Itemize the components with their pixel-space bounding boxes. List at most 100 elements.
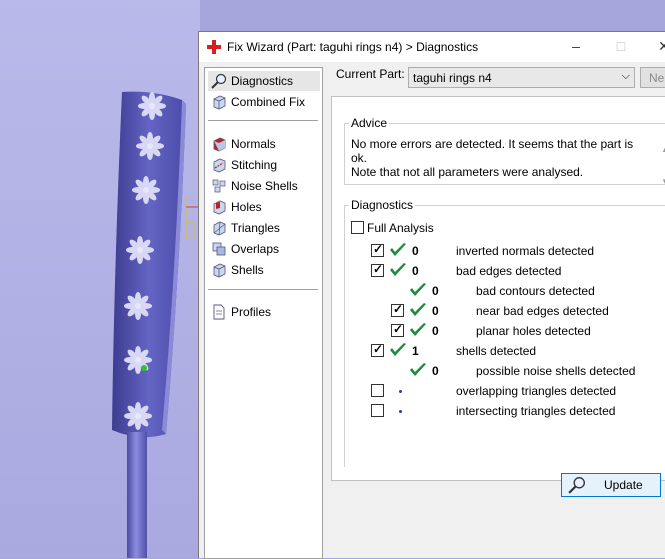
flower-cutouts	[124, 92, 166, 430]
green-check-icon	[410, 323, 426, 336]
green-check-icon	[390, 243, 406, 256]
triangles-icon	[213, 221, 226, 236]
row-count: 0	[432, 364, 439, 378]
row-checkbox[interactable]	[391, 302, 404, 317]
holes-icon	[213, 200, 226, 215]
nav-item-label: Normals	[231, 137, 276, 151]
nav-item-profiles[interactable]: Profiles	[208, 302, 320, 322]
nav-item-diagnostics[interactable]: Diagnostics	[208, 71, 320, 91]
nav-item-normals[interactable]: Normals	[208, 134, 320, 154]
wizard-nav: Diagnostics Combined Fix Normals Stitchi…	[204, 67, 323, 559]
selection-marker	[141, 365, 147, 371]
row-checkbox[interactable]	[371, 262, 384, 277]
current-part-label: Current Part:	[336, 67, 405, 81]
nav-item-holes[interactable]: Holes	[208, 197, 320, 217]
advice-title: Advice	[349, 116, 390, 130]
3d-viewport[interactable]	[0, 0, 200, 558]
advice-group: Advice No more errors are detected. It s…	[344, 116, 665, 186]
flower-cutout	[136, 132, 164, 160]
advice-line: No more errors are detected. It seems th…	[351, 137, 634, 165]
nav-item-label: Noise Shells	[231, 179, 298, 193]
document-icon	[213, 304, 225, 320]
green-check-icon	[390, 343, 406, 356]
nav-item-label: Stitching	[231, 158, 278, 172]
diagnostics-title: Diagnostics	[349, 198, 416, 212]
row-checkbox[interactable]	[391, 322, 404, 337]
flower-cutout	[132, 176, 160, 204]
row-count: 0	[432, 284, 439, 298]
advice-scrollbar[interactable]: ▲▼	[661, 134, 665, 198]
nav-item-overlaps[interactable]: Overlaps	[208, 239, 320, 259]
shells-icon	[213, 263, 226, 278]
row-label: overlapping triangles detected	[456, 384, 617, 398]
pending-dot-icon	[399, 390, 402, 393]
nav-item-label: Combined Fix	[231, 95, 306, 109]
row-label: planar holes detected	[476, 324, 591, 338]
title-bar[interactable]: Fix Wizard (Part: taguhi rings n4) > Dia…	[199, 32, 665, 62]
noise-shells-icon	[212, 179, 226, 193]
diagnostics-panel: Advice No more errors are detected. It s…	[331, 96, 665, 497]
stitching-icon	[213, 158, 226, 173]
nav-item-shells[interactable]: Shells	[208, 260, 320, 280]
nav-item-label: Profiles	[231, 305, 272, 319]
next-button[interactable]: Ne	[640, 67, 665, 88]
flower-cutout	[124, 292, 152, 320]
green-check-icon	[390, 263, 406, 276]
update-label: Update	[604, 478, 643, 492]
maximize-button[interactable]: □	[611, 38, 631, 54]
fix-wizard-dialog: Fix Wizard (Part: taguhi rings n4) > Dia…	[198, 31, 665, 559]
cube-icon	[213, 95, 226, 110]
row-label: possible noise shells detected	[476, 364, 636, 378]
row-label: bad edges detected	[456, 264, 562, 278]
close-button[interactable]: ✕	[654, 38, 665, 55]
row-count: 0	[412, 244, 419, 258]
full-analysis-checkbox[interactable]	[351, 221, 364, 234]
row-checkbox[interactable]	[371, 404, 384, 417]
red-cross-icon	[207, 40, 221, 54]
green-check-icon	[410, 363, 426, 376]
row-count: 0	[412, 264, 419, 278]
row-count: 0	[432, 304, 439, 318]
advice-line: Note that not all parameters were analys…	[351, 165, 584, 179]
advice-text: No more errors are detected. It seems th…	[351, 137, 641, 179]
chevron-down-icon: ⌵	[621, 70, 630, 82]
row-label: inverted normals detected	[456, 244, 595, 258]
row-count: 1	[412, 344, 419, 358]
row-checkbox[interactable]	[371, 384, 384, 397]
row-label: shells detected	[456, 344, 537, 358]
minimize-button[interactable]: –	[566, 38, 586, 54]
magnifier-icon	[211, 73, 227, 89]
flower-cutout	[124, 346, 152, 374]
nav-item-label: Overlaps	[231, 242, 280, 256]
flower-cutout	[138, 92, 166, 120]
ring-stem	[127, 432, 147, 558]
nav-item-triangles[interactable]: Triangles	[208, 218, 320, 238]
row-label: near bad edges detected	[476, 304, 609, 318]
overlaps-icon	[212, 242, 226, 256]
flower-cutout	[124, 402, 152, 430]
row-checkbox[interactable]	[371, 242, 384, 257]
nav-item-combined-fix[interactable]: Combined Fix	[208, 92, 320, 112]
nav-item-stitching[interactable]: Stitching	[208, 155, 320, 175]
nav-item-label: Holes	[231, 200, 262, 214]
nav-separator	[208, 120, 318, 121]
current-part-value: taguhi rings n4	[413, 71, 492, 85]
green-check-icon	[410, 283, 426, 296]
pending-dot-icon	[399, 410, 402, 413]
nav-item-noise-shells[interactable]: Noise Shells	[208, 176, 320, 196]
nav-item-label: Triangles	[231, 221, 280, 235]
nav-item-label: Diagnostics	[231, 74, 294, 88]
update-button[interactable]: Update	[561, 473, 661, 497]
nav-item-label: Shells	[231, 263, 264, 277]
flower-cutout	[126, 236, 154, 264]
row-count: 0	[432, 324, 439, 338]
full-analysis-label: Full Analysis	[367, 221, 434, 235]
row-label: bad contours detected	[476, 284, 595, 298]
current-part-select[interactable]: taguhi rings n4 ⌵	[408, 67, 635, 88]
nav-separator	[208, 289, 318, 290]
row-label: intersecting triangles detected	[456, 404, 616, 418]
dialog-title: Fix Wizard (Part: taguhi rings n4) > Dia…	[227, 40, 479, 54]
normals-icon	[213, 137, 226, 152]
magnifier-icon	[568, 477, 585, 494]
row-checkbox[interactable]	[371, 342, 384, 357]
